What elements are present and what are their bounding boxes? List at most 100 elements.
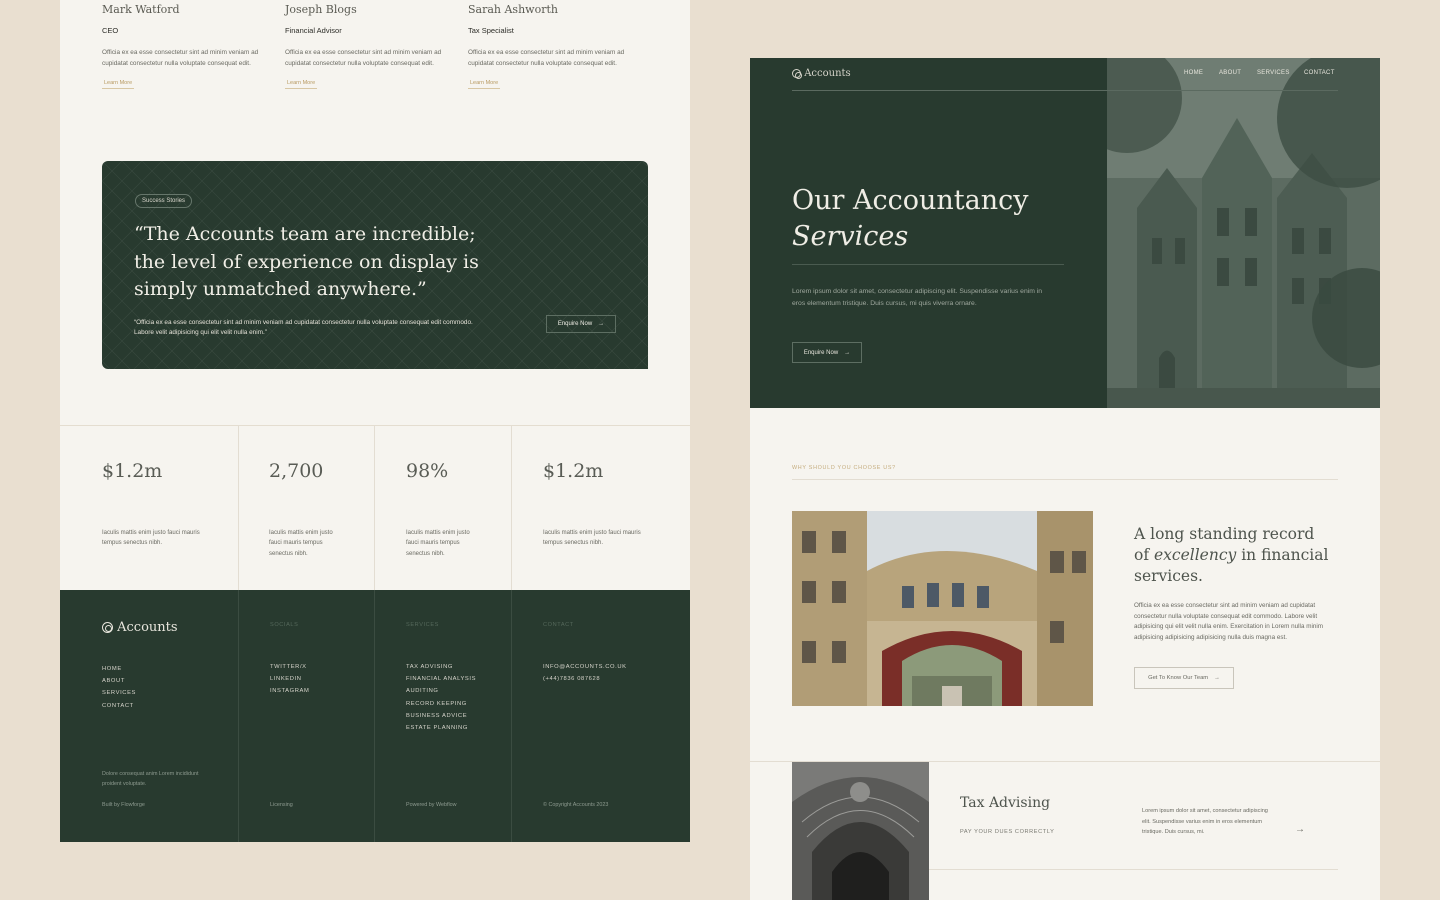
nav-divider — [792, 90, 1338, 91]
built-by-link[interactable]: Built by Flowforge — [102, 800, 145, 810]
divider — [238, 590, 239, 842]
footer-nav: HOME ABOUT SERVICES CONTACT — [102, 666, 136, 715]
footer-brand: Accounts — [117, 620, 178, 635]
testimonial-body: “Officia ex ea esse consectetur sint ad … — [134, 319, 473, 336]
team-name: Sarah Ashworth — [468, 3, 558, 16]
contact-email[interactable]: INFO@ACCOUNTS.CO.UK — [543, 664, 627, 670]
row-divider — [929, 869, 1338, 870]
stat-desc: Iaculis mattis enim justo fauci mauris t… — [543, 530, 641, 547]
copyright: © Copyright Accounts 2023 — [543, 802, 609, 808]
service-description: Lorem ipsum dolor sit amet, consectetur … — [1142, 808, 1268, 835]
social-instagram[interactable]: INSTAGRAM — [270, 688, 309, 694]
social-linkedin[interactable]: LINKEDIN — [270, 676, 309, 682]
team-name: Mark Watford — [102, 3, 180, 16]
team-role: Tax Specialist — [468, 26, 514, 35]
learn-more-link[interactable]: Learn More — [285, 80, 318, 89]
hero-title-line-2: Services — [792, 221, 909, 252]
enquire-now-button[interactable]: Enquire Now → — [546, 315, 616, 333]
team-desc: Officia ex ea esse consectetur sint ad m… — [468, 49, 625, 67]
services-list: TAX ADVISING FINANCIAL ANALYSIS AUDITING… — [406, 664, 476, 737]
divider — [374, 590, 375, 842]
section-divider — [792, 479, 1338, 480]
service-auditing[interactable]: AUDITING — [406, 688, 476, 694]
team-desc: Officia ex ea esse consectetur sint ad m… — [285, 49, 442, 67]
service-title: Tax Advising — [960, 795, 1051, 811]
learn-more-link[interactable]: Learn More — [102, 80, 135, 89]
stat-desc: Iaculis mattis enim justo fauci mauris t… — [269, 530, 333, 557]
stat-1: $1.2m Iaculis mattis enim justo fauci ma… — [60, 425, 238, 590]
licensing-link[interactable]: Licensing — [270, 800, 293, 810]
hero-enquire-button[interactable]: Enquire Now → — [792, 342, 862, 363]
service-estate-planning[interactable]: ESTATE PLANNING — [406, 725, 476, 731]
team-role: Financial Advisor — [285, 26, 342, 35]
service-subtitle: PAY YOUR DUES CORRECTLY — [960, 829, 1055, 835]
logo-icon — [102, 622, 113, 633]
stat-desc: Iaculis mattis enim justo fauci mauris t… — [406, 530, 470, 557]
service-tax-advising[interactable]: TAX ADVISING — [406, 664, 476, 670]
stat-3: 98% Iaculis mattis enim justo fauci maur… — [374, 425, 511, 590]
testimonial-quote: “The Accounts team are incredible; the l… — [134, 223, 479, 300]
stat-value: $1.2m — [543, 460, 604, 482]
hero-divider — [792, 264, 1064, 265]
footer: Accounts HOME ABOUT SERVICES CONTACT Dol… — [60, 590, 690, 842]
footer-nav-home[interactable]: HOME — [102, 666, 136, 672]
contact-heading: CONTACT — [543, 622, 574, 628]
team-button-label: Get To Know Our Team — [1148, 675, 1209, 681]
service-financial-analysis[interactable]: FINANCIAL ANALYSIS — [406, 676, 476, 682]
stat-value: 2,700 — [269, 460, 324, 482]
stat-value: 98% — [406, 460, 449, 482]
nav-services[interactable]: SERVICES — [1257, 70, 1290, 76]
footer-nav-contact[interactable]: CONTACT — [102, 703, 136, 709]
gothic-doorway-photo — [792, 762, 929, 900]
stat-4: $1.2m Iaculis mattis enim justo fauci ma… — [511, 425, 690, 590]
service-business-advice[interactable]: BUSINESS ADVICE — [406, 713, 476, 719]
contact-list: INFO@ACCOUNTS.CO.UK (+44)7836 087628 — [543, 664, 627, 688]
arrow-right-icon: → — [844, 349, 851, 356]
contact-phone[interactable]: (+44)7836 087628 — [543, 676, 627, 682]
hero-enquire-label: Enquire Now — [803, 349, 839, 356]
section-description: Officia ex ea esse consectetur sint ad m… — [1134, 602, 1323, 641]
footer-logo[interactable]: Accounts — [102, 620, 178, 635]
footer-tagline: Dolore consequat anim Lorem incididunt p… — [102, 771, 199, 787]
stat-desc: Iaculis mattis enim justo fauci mauris t… — [102, 530, 200, 547]
team-role: CEO — [102, 26, 119, 35]
bridge-photo — [792, 511, 1093, 706]
service-record-keeping[interactable]: RECORD KEEPING — [406, 701, 476, 707]
stat-2: 2,700 Iaculis mattis enim justo fauci ma… — [238, 425, 374, 590]
nav-contact[interactable]: CONTACT — [1304, 70, 1335, 76]
success-stories-badge: Success Stories — [135, 194, 193, 208]
footer-nav-about[interactable]: ABOUT — [102, 678, 136, 684]
hero-description: Lorem ipsum dolor sit amet, consectetur … — [792, 288, 1043, 307]
team-desc: Officia ex ea esse consectetur sint ad m… — [102, 49, 259, 67]
services-heading: SERVICES — [406, 622, 439, 628]
divider — [511, 425, 512, 590]
nav-about[interactable]: ABOUT — [1219, 70, 1241, 76]
stat-value: $1.2m — [102, 460, 163, 482]
team-card-2: Joseph Blogs Financial Advisor Officia e… — [285, 0, 455, 89]
hero-title-line-1: Our Accountancy — [792, 185, 1029, 216]
hero-title: Our Accountancy Services — [792, 183, 1029, 255]
section-title: A long standing record of excellency in … — [1134, 524, 1334, 587]
nav-brand: Accounts — [804, 68, 851, 79]
team-name: Joseph Blogs — [285, 3, 357, 16]
right-page-preview: Accounts HOME ABOUT SERVICES CONTACT Our… — [750, 58, 1380, 900]
team-card-3: Sarah Ashworth Tax Specialist Officia ex… — [468, 0, 638, 89]
socials-list: TWITTER/X LINKEDIN INSTAGRAM — [270, 664, 309, 701]
title-emphasis: excellency — [1154, 546, 1237, 564]
footer-nav-services[interactable]: SERVICES — [102, 690, 136, 696]
testimonial-card: Success Stories “The Accounts team are i… — [102, 161, 648, 369]
powered-by-link[interactable]: Powered by Webflow — [406, 800, 457, 810]
hero-section: Accounts HOME ABOUT SERVICES CONTACT Our… — [750, 58, 1380, 408]
socials-heading: SOCIALS — [270, 622, 299, 628]
building-photo — [1107, 58, 1380, 408]
arrow-right-icon: → — [1214, 675, 1220, 681]
social-twitter[interactable]: TWITTER/X — [270, 664, 309, 670]
learn-more-link[interactable]: Learn More — [468, 80, 501, 89]
team-button[interactable]: Get To Know Our Team → — [1134, 667, 1234, 689]
why-choose-label: WHY SHOULD YOU CHOOSE US? — [792, 465, 896, 471]
arrow-right-icon[interactable]: → — [1295, 824, 1305, 835]
arrow-right-icon: → — [598, 321, 605, 327]
logo-icon — [792, 69, 802, 79]
nav-home[interactable]: HOME — [1184, 70, 1203, 76]
nav-logo[interactable]: Accounts — [792, 68, 851, 79]
